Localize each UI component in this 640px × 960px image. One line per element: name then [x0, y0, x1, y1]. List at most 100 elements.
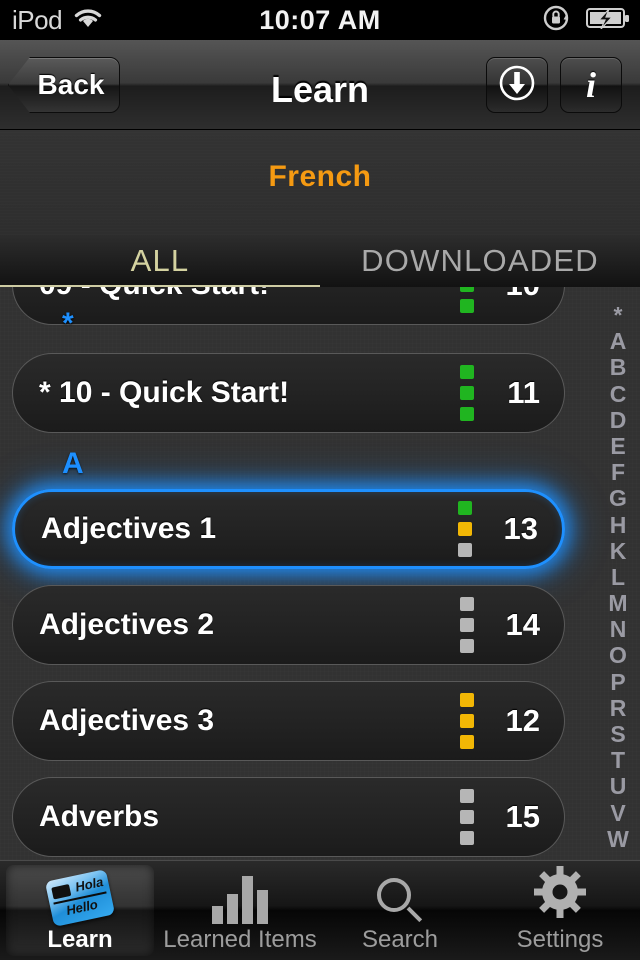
table-row[interactable]: Adjectives 1 13	[12, 489, 565, 569]
index-letter[interactable]: R	[610, 696, 627, 720]
index-letter[interactable]: M	[608, 592, 627, 615]
progress-dot	[458, 522, 472, 536]
flashcard-icon: Hola Hello	[44, 869, 116, 927]
tab-settings[interactable]: Settings	[480, 861, 640, 960]
battery-charging-icon	[586, 7, 630, 34]
section-header-star: *	[62, 307, 74, 340]
progress-dots	[460, 287, 474, 313]
flashcard-image-block	[51, 884, 72, 900]
progress-dot	[460, 618, 474, 632]
info-button[interactable]: i	[560, 57, 622, 113]
lesson-meta: 10	[460, 287, 540, 313]
lesson-list[interactable]: 09 - Quick Start! 10 * * 10 - Quick Star…	[0, 287, 640, 860]
index-letter[interactable]: G	[609, 487, 627, 510]
progress-dots	[458, 501, 472, 557]
lesson-title: * 10 - Quick Start!	[39, 376, 290, 409]
index-letter[interactable]: B	[610, 356, 627, 379]
index-letter[interactable]: N	[610, 618, 627, 641]
progress-dot	[460, 365, 474, 379]
lesson-meta: 15	[460, 789, 540, 845]
progress-dots	[460, 789, 474, 845]
download-button[interactable]	[486, 57, 548, 113]
index-letter[interactable]: D	[610, 408, 627, 432]
tab-icon-wrap	[377, 866, 423, 924]
tab-downloaded[interactable]: DOWNLOADED	[320, 235, 640, 287]
table-row[interactable]: Adjectives 3 12	[12, 681, 565, 761]
progress-dots	[460, 597, 474, 653]
app-screen: iPod 10:07 AM Back Learn i French ALL DO…	[0, 0, 640, 960]
progress-dot	[460, 639, 474, 653]
magnifier-icon	[377, 878, 423, 924]
navigation-bar: Back Learn i	[0, 40, 640, 130]
progress-dot	[460, 735, 474, 749]
status-bar-right	[542, 4, 630, 37]
language-name: French	[268, 160, 372, 193]
lesson-title: 09 - Quick Start!	[39, 287, 269, 302]
table-row[interactable]: * 10 - Quick Start! 11	[12, 353, 565, 433]
lesson-count: 15	[505, 799, 540, 834]
lesson-title: Adjectives 1	[41, 512, 217, 545]
status-bar: iPod 10:07 AM	[0, 0, 640, 40]
index-letter[interactable]: S	[610, 723, 625, 746]
progress-dot	[460, 597, 474, 611]
progress-dot	[458, 543, 472, 557]
index-letter[interactable]: *	[614, 304, 623, 327]
lesson-count: 14	[505, 607, 540, 642]
index-letter[interactable]: O	[609, 644, 627, 667]
rotation-lock-icon	[542, 4, 572, 37]
tab-learned-items[interactable]: Learned Items	[160, 861, 320, 960]
progress-dots	[460, 365, 474, 421]
lesson-meta: 14	[460, 597, 540, 653]
magnifier-handle	[406, 906, 423, 923]
bar-chart-icon	[212, 874, 268, 924]
table-row[interactable]: Adverbs 15	[12, 777, 565, 857]
index-letter[interactable]: T	[611, 749, 625, 772]
table-row[interactable]: 09 - Quick Start! 10	[12, 287, 565, 325]
lesson-meta: 11	[460, 365, 540, 421]
index-letter[interactable]: P	[610, 670, 625, 694]
tab-label: Learn	[47, 926, 113, 953]
progress-dot	[460, 810, 474, 824]
tab-search[interactable]: Search	[320, 861, 480, 960]
alphabet-index-bar[interactable]: * A B C D E F G H K L M N O P R S T U V …	[596, 300, 640, 855]
filter-tabs: ALL DOWNLOADED	[0, 235, 640, 287]
index-letter[interactable]: F	[611, 461, 625, 484]
progress-dot	[458, 501, 472, 515]
index-letter[interactable]: V	[610, 801, 625, 825]
lesson-count: 11	[507, 375, 540, 410]
table-row[interactable]: Adjectives 2 14	[12, 585, 565, 665]
progress-dot	[460, 789, 474, 803]
lesson-title: Adjectives 3	[39, 704, 215, 737]
lesson-title: Adjectives 2	[39, 608, 215, 641]
tab-label: Settings	[516, 926, 604, 953]
tab-label: Search	[361, 926, 439, 953]
tab-icon-wrap: Hola Hello	[44, 866, 116, 927]
progress-dot	[460, 693, 474, 707]
lesson-count: 10	[492, 287, 540, 303]
tab-icon-wrap	[533, 866, 587, 924]
section-header-a: A	[62, 447, 84, 480]
lesson-meta: 13	[458, 501, 538, 557]
flashcard-front-text: Hola	[73, 874, 105, 895]
index-letter[interactable]: W	[607, 827, 629, 851]
progress-dot	[460, 407, 474, 421]
magnifier-lens	[377, 878, 411, 912]
index-letter[interactable]: U	[610, 775, 627, 798]
tab-learn[interactable]: Hola Hello Learn	[0, 861, 160, 960]
index-letter[interactable]: H	[610, 513, 627, 537]
tab-label: Learned Items	[163, 926, 317, 953]
index-letter[interactable]: A	[610, 330, 627, 353]
progress-dots	[460, 693, 474, 749]
bottom-tab-bar: Hola Hello Learn Learned Items Search Se…	[0, 860, 640, 960]
gear-icon	[533, 865, 587, 924]
tab-all[interactable]: ALL	[0, 235, 320, 287]
language-header: French	[0, 130, 640, 235]
progress-dot	[460, 714, 474, 728]
index-letter[interactable]: K	[610, 539, 627, 563]
index-letter[interactable]: L	[611, 565, 625, 589]
lesson-count: 12	[505, 703, 540, 738]
index-letter[interactable]: E	[610, 434, 625, 458]
index-letter[interactable]: C	[610, 382, 627, 406]
progress-dot	[460, 287, 474, 292]
tab-icon-wrap	[212, 866, 268, 924]
